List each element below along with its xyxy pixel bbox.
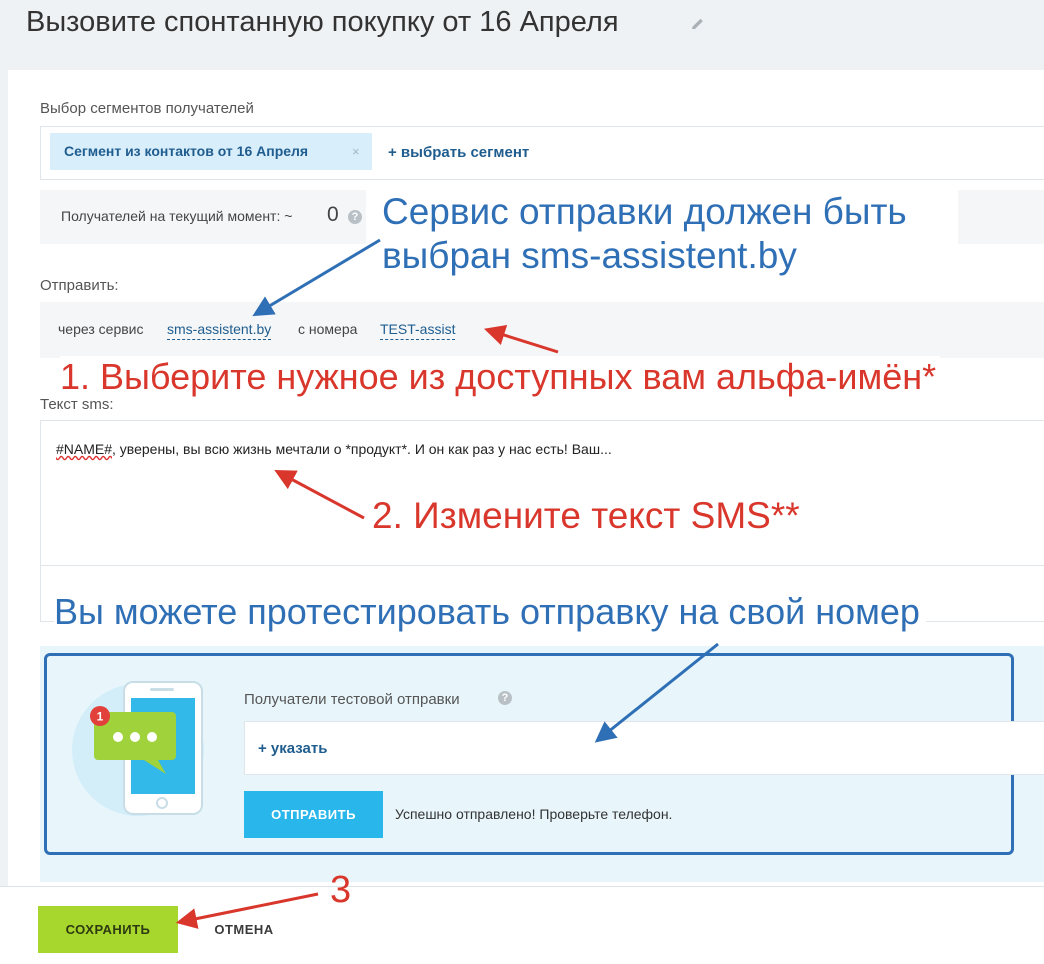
step3-annotation: 3 [330,869,352,911]
recipients-count-value: 0 [327,203,339,226]
test-recipients-label: Получатели тестовой отправки [244,691,460,708]
send-via-text: через сервис [58,321,144,337]
send-label: Отправить: [40,277,119,294]
segments-label: Выбор сегментов получателей [40,100,254,117]
sms-text-body: , уверены, вы всю жизнь мечтали о *проду… [112,441,612,457]
sms-text-value[interactable]: #NAME#, уверены, вы всю жизнь мечтали о … [56,441,612,457]
segment-tag[interactable]: Сегмент из контактов от 16 Апреля [50,133,372,170]
save-button[interactable]: СОХРАНИТЬ [38,906,178,953]
send-from-text: с номера [298,321,358,337]
step2-annotation: 2. Измените текст SMS** [372,494,804,538]
phone-sms-icon: 1 [72,681,204,816]
add-segment-link[interactable]: + выбрать сегмент [388,144,529,161]
test-send-button[interactable]: ОТПРАВИТЬ [244,791,383,838]
service-annotation-line1: Сервис отправки должен быть [382,191,907,232]
help-icon[interactable]: ? [348,210,362,224]
test-send-status: Успешно отправлено! Проверьте телефон. [395,806,673,822]
recipients-count-label: Получателей на текущий момент: ~ [61,208,293,224]
add-test-recipient-link[interactable]: + указать [258,740,327,757]
service-select-link[interactable]: sms-assistent.by [167,321,272,340]
service-annotation-line2: выбран sms-assistent.by [382,235,797,276]
step1-annotation: 1. Выберите нужное из доступных вам альф… [60,356,941,398]
sender-name-select-link[interactable]: TEST-assist [380,321,456,340]
notification-badge: 1 [97,710,104,724]
sms-variable: #NAME# [56,441,113,457]
page-title: Вызовите спонтанную покупку от 16 Апреля [26,6,619,38]
recipients-count-box-end [958,190,1044,244]
test-annotation: Вы можете протестировать отправку на сво… [54,590,926,634]
test-help-icon[interactable]: ? [498,691,512,705]
pencil-icon[interactable] [690,16,706,32]
segment-remove-icon[interactable]: × [352,133,360,170]
cancel-button[interactable]: ОТМЕНА [201,906,287,953]
test-recipients-input[interactable] [244,721,1044,775]
sms-text-label: Текст sms: [40,396,114,413]
